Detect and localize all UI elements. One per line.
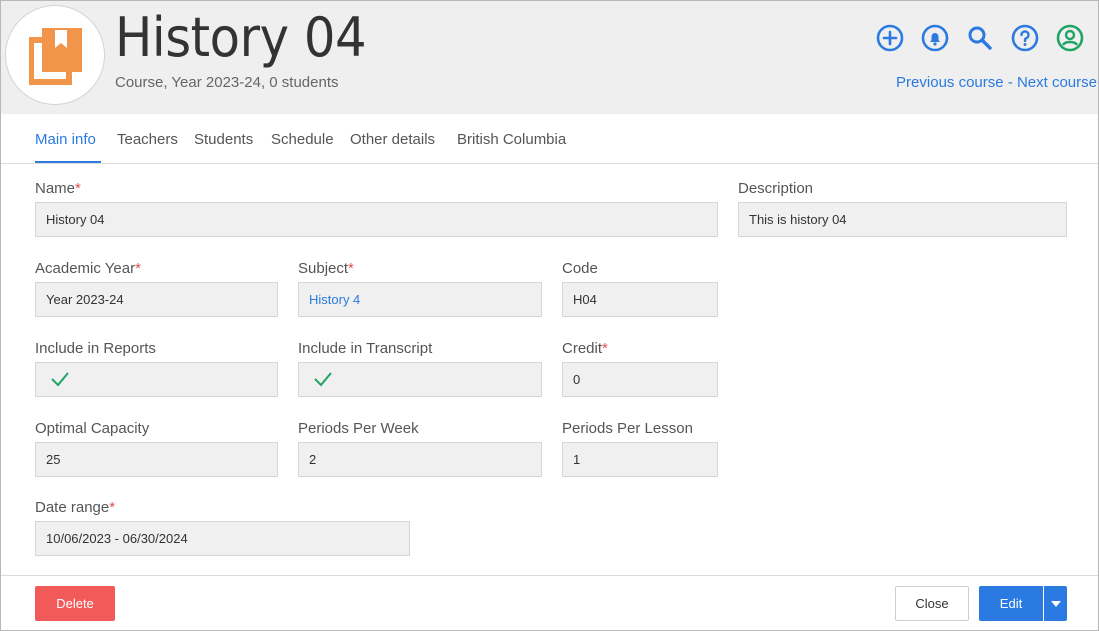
- checkmark-icon: [51, 372, 69, 387]
- optimal-capacity-label: Optimal Capacity: [35, 420, 150, 437]
- tab-teachers[interactable]: Teachers: [117, 131, 178, 148]
- credit-field[interactable]: 0: [562, 362, 718, 397]
- tab-other-details[interactable]: Other details: [350, 131, 435, 148]
- academic-year-field[interactable]: Year 2023-24: [35, 282, 278, 317]
- date-range-field[interactable]: 10/06/2023 - 06/30/2024: [35, 521, 410, 556]
- name-label: Name*: [35, 180, 81, 197]
- periods-per-lesson-field[interactable]: 1: [562, 442, 718, 477]
- periods-per-lesson-label: Periods Per Lesson: [562, 420, 693, 437]
- book-stack-icon: [29, 28, 82, 85]
- course-navigation: Previous course - Next course: [896, 74, 1097, 91]
- include-transcript-checkbox[interactable]: [298, 362, 542, 397]
- page-title: History 04: [115, 6, 367, 69]
- course-logo: [5, 5, 105, 105]
- add-icon[interactable]: [875, 23, 905, 53]
- bell-icon[interactable]: [920, 23, 950, 53]
- edit-menu-toggle[interactable]: [1044, 586, 1067, 621]
- academic-year-label: Academic Year*: [35, 260, 141, 277]
- subject-label: Subject*: [298, 260, 354, 277]
- search-icon[interactable]: [965, 23, 995, 53]
- close-button[interactable]: Close: [895, 586, 969, 621]
- user-icon[interactable]: [1055, 23, 1085, 53]
- code-field[interactable]: H04: [562, 282, 718, 317]
- include-transcript-label: Include in Transcript: [298, 340, 433, 357]
- page-subtitle: Course, Year 2023-24, 0 students: [115, 74, 339, 91]
- tab-students[interactable]: Students: [194, 131, 253, 148]
- active-tab-indicator: [35, 161, 101, 163]
- description-label: Description: [738, 180, 814, 197]
- delete-button[interactable]: Delete: [35, 586, 115, 621]
- tab-british-columbia[interactable]: British Columbia: [457, 131, 566, 148]
- help-icon[interactable]: [1010, 23, 1040, 53]
- nav-separator: -: [1003, 74, 1017, 91]
- tab-bar: Main info Teachers Students Schedule Oth…: [1, 114, 1098, 164]
- name-field[interactable]: History 04: [35, 202, 718, 237]
- next-course-link[interactable]: Next course: [1017, 74, 1097, 91]
- periods-per-week-field[interactable]: 2: [298, 442, 542, 477]
- code-label: Code: [562, 260, 598, 277]
- course-window: History 04 Course, Year 2023-24, 0 stude…: [0, 0, 1099, 631]
- include-reports-label: Include in Reports: [35, 340, 156, 357]
- periods-per-week-label: Periods Per Week: [298, 420, 419, 437]
- page-header: History 04 Course, Year 2023-24, 0 stude…: [1, 1, 1098, 114]
- date-range-label: Date range*: [35, 499, 116, 516]
- tab-schedule[interactable]: Schedule: [271, 131, 334, 148]
- tab-main-info[interactable]: Main info: [35, 131, 96, 148]
- subject-field[interactable]: History 4: [298, 282, 542, 317]
- credit-label: Credit*: [562, 340, 608, 357]
- caret-down-icon: [1050, 600, 1061, 607]
- header-toolbar: [875, 23, 1085, 53]
- include-reports-checkbox[interactable]: [35, 362, 278, 397]
- edit-button[interactable]: Edit: [979, 586, 1043, 621]
- description-field[interactable]: This is history 04: [738, 202, 1067, 237]
- previous-course-link[interactable]: Previous course: [896, 74, 1004, 91]
- footer-divider: [1, 575, 1098, 576]
- checkmark-icon: [314, 372, 332, 387]
- optimal-capacity-field[interactable]: 25: [35, 442, 278, 477]
